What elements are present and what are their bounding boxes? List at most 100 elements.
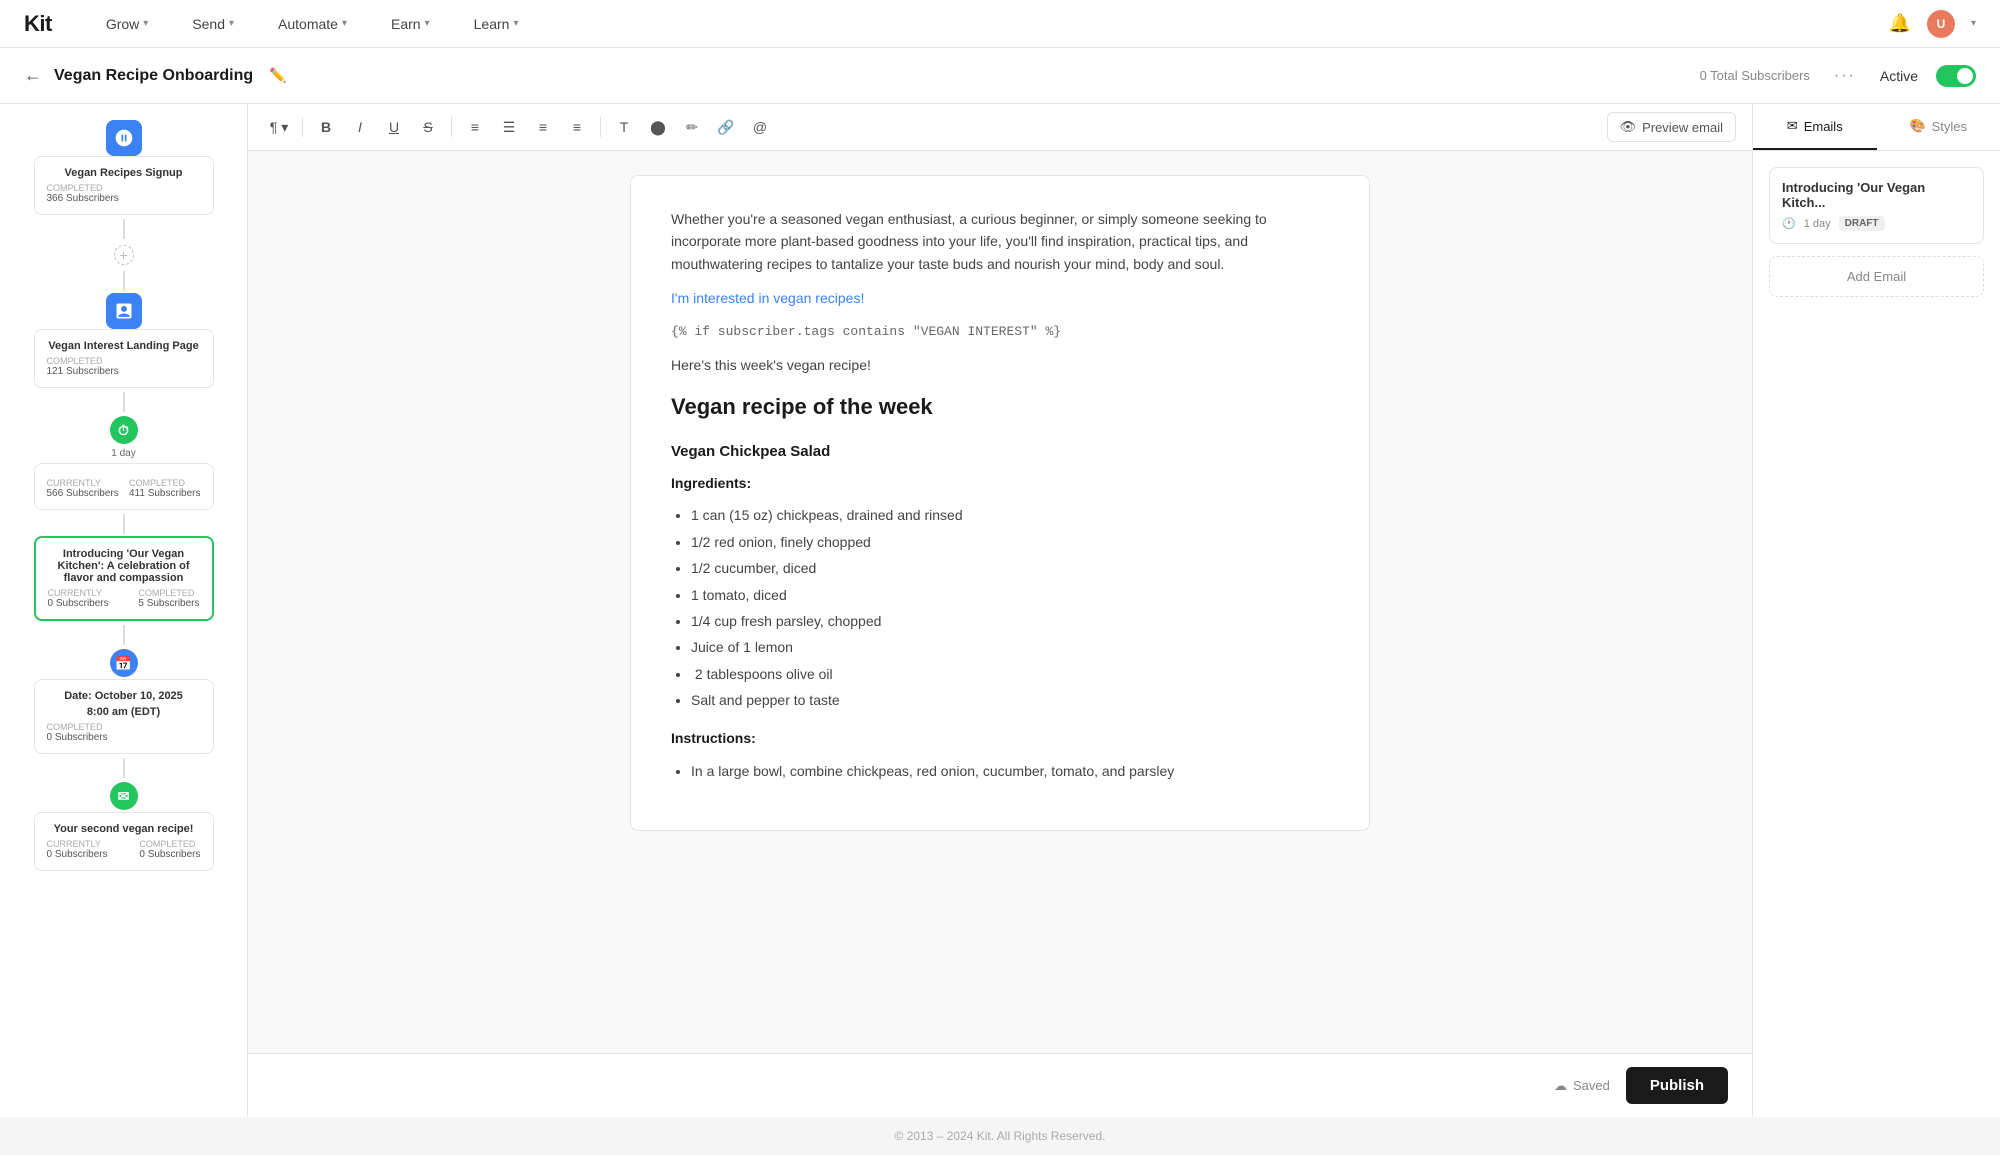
bold-button[interactable]: B <box>311 112 341 142</box>
footer-bar: ☁ Saved Publish <box>248 1053 1752 1117</box>
email-editor[interactable]: Whether you're a seasoned vegan enthusia… <box>248 151 1752 1053</box>
flow-node-scheduled: 📅 Date: October 10, 2025 8:00 am (EDT) C… <box>12 647 235 754</box>
add-email-button[interactable]: Add Email <box>1769 256 1984 297</box>
align-justify-button[interactable]: ≡ <box>562 112 592 142</box>
tab-emails[interactable]: ✉ Emails <box>1753 104 1877 150</box>
left-sidebar: Vegan Recipes Signup COMPLETED 366 Subsc… <box>0 104 248 1117</box>
landing-node-title: Vegan Interest Landing Page <box>47 340 201 352</box>
nav-send[interactable]: Send ▾ <box>186 12 240 36</box>
list-item: Salt and pepper to taste <box>691 689 1329 711</box>
highlight-button[interactable]: ✏ <box>677 112 707 142</box>
connector-2 <box>123 271 125 291</box>
email-conditional-tag: {% if subscriber.tags contains "VEGAN IN… <box>671 322 1329 343</box>
divider-3 <box>600 117 601 137</box>
format-dropdown-button[interactable]: ¶ ▾ <box>264 112 294 142</box>
nav-learn[interactable]: Learn ▾ <box>468 12 525 36</box>
text-style-button[interactable]: T <box>609 112 639 142</box>
email2-title: Your second vegan recipe! <box>47 823 201 835</box>
email-ingredients-label: Ingredients: <box>671 472 1329 494</box>
content-area: ¶ ▾ B I U S ≡ ☰ ≡ ≡ T ⬤ ✏ 🔗 @ 👁 Preview … <box>248 104 1752 1117</box>
nav-icons: 🔔 U ▾ <box>1889 10 1976 38</box>
connector-3 <box>123 392 125 412</box>
main-layout: Vegan Recipes Signup COMPLETED 366 Subsc… <box>0 104 2000 1117</box>
more-options-button[interactable]: ··· <box>1834 67 1856 85</box>
email-instructions-list: In a large bowl, combine chickpeas, red … <box>691 760 1329 782</box>
signup-node-card[interactable]: Vegan Recipes Signup COMPLETED 366 Subsc… <box>34 156 214 215</box>
avatar[interactable]: U <box>1927 10 1955 38</box>
active-toggle[interactable] <box>1936 65 1976 87</box>
list-item: In a large bowl, combine chickpeas, red … <box>691 760 1329 782</box>
email-selected-card[interactable]: Introducing 'Our Vegan Kitchen': A celeb… <box>34 536 214 621</box>
align-center-button[interactable]: ☰ <box>494 112 524 142</box>
saved-indicator: ☁ Saved <box>1554 1078 1610 1094</box>
list-item: 2 tablespoons olive oil <box>691 663 1329 685</box>
email-selected-stats: CURRENTLY 0 Subscribers COMPLETED 5 Subs… <box>48 588 200 609</box>
wait-node-stats: CURRENTLY 566 Subscribers COMPLETED 411 … <box>47 478 201 499</box>
logo: Kit <box>24 11 52 37</box>
sub-header: ← Vegan Recipe Onboarding ✏️ 0 Total Sub… <box>0 48 2000 104</box>
landing-node-icon <box>106 293 142 329</box>
preview-email-button[interactable]: 👁 Preview email <box>1607 112 1736 142</box>
list-item: 1 can (15 oz) chickpeas, drained and rin… <box>691 504 1329 526</box>
wait-circle-icon: ⏱ <box>110 416 138 444</box>
mention-button[interactable]: @ <box>745 112 775 142</box>
nav-earn[interactable]: Earn ▾ <box>385 12 436 36</box>
email-recipe-heading: Vegan recipe of the week <box>671 389 1329 424</box>
wait-node-card[interactable]: CURRENTLY 566 Subscribers COMPLETED 411 … <box>34 463 214 510</box>
draft-badge: DRAFT <box>1839 216 1885 231</box>
email-entry-delay: 1 day <box>1804 218 1831 230</box>
tab-styles[interactable]: 🎨 Styles <box>1877 104 2000 150</box>
underline-button[interactable]: U <box>379 112 409 142</box>
flow-node-landing: Vegan Interest Landing Page COMPLETED 12… <box>12 293 235 388</box>
shape-button[interactable]: ⬤ <box>643 112 673 142</box>
signup-node-title: Vegan Recipes Signup <box>47 167 201 179</box>
italic-button[interactable]: I <box>345 112 375 142</box>
nav-grow[interactable]: Grow ▾ <box>100 12 154 36</box>
email-entry[interactable]: Introducing 'Our Vegan Kitch... 🕐 1 day … <box>1769 167 1984 244</box>
bell-icon[interactable]: 🔔 <box>1889 13 1911 34</box>
add-node-1[interactable]: + <box>114 245 134 265</box>
email-cta-link[interactable]: I'm interested in vegan recipes! <box>671 287 1329 309</box>
landing-node-stats: COMPLETED 121 Subscribers <box>47 356 201 377</box>
flow-node-email-selected: Introducing 'Our Vegan Kitchen': A celeb… <box>12 536 235 621</box>
send-chevron-icon: ▾ <box>229 18 234 29</box>
scheduled-stats: COMPLETED 0 Subscribers <box>47 722 201 743</box>
nav-automate[interactable]: Automate ▾ <box>272 12 353 36</box>
connector-5 <box>123 625 125 645</box>
grow-chevron-icon: ▾ <box>143 18 148 29</box>
flow-node-email2: ✉ Your second vegan recipe! CURRENTLY 0 … <box>12 780 235 871</box>
edit-icon[interactable]: ✏️ <box>269 67 286 84</box>
align-left-button[interactable]: ≡ <box>460 112 490 142</box>
right-sidebar-content: Introducing 'Our Vegan Kitch... 🕐 1 day … <box>1753 151 2000 1117</box>
earn-chevron-icon: ▾ <box>425 18 430 29</box>
align-right-button[interactable]: ≡ <box>528 112 558 142</box>
list-item: Juice of 1 lemon <box>691 636 1329 658</box>
email-instructions-label: Instructions: <box>671 727 1329 749</box>
signup-node-icon <box>106 120 142 156</box>
scheduled-title: Date: October 10, 2025 <box>47 690 201 702</box>
email2-node-card[interactable]: Your second vegan recipe! CURRENTLY 0 Su… <box>34 812 214 871</box>
signup-node-stats: COMPLETED 366 Subscribers <box>47 183 201 204</box>
flow-node-wait: ⏱ 1 day CURRENTLY 566 Subscribers COMPLE… <box>12 414 235 510</box>
email-ingredients-list: 1 can (15 oz) chickpeas, drained and rin… <box>691 504 1329 711</box>
strikethrough-button[interactable]: S <box>413 112 443 142</box>
top-nav: Kit Grow ▾ Send ▾ Automate ▾ Earn ▾ Lear… <box>0 0 2000 48</box>
email-recipe-title: Vegan Chickpea Salad <box>671 440 1329 464</box>
emails-icon: ✉ <box>1787 118 1798 134</box>
active-label: Active <box>1880 68 1918 84</box>
landing-node-card[interactable]: Vegan Interest Landing Page COMPLETED 12… <box>34 329 214 388</box>
wait-label: 1 day <box>111 448 135 459</box>
link-button[interactable]: 🔗 <box>711 112 741 142</box>
email-entry-meta: 🕐 1 day DRAFT <box>1782 216 1971 231</box>
email-body-text: Here's this week's vegan recipe! <box>671 354 1329 376</box>
connector-6 <box>123 758 125 778</box>
profile-chevron-icon: ▾ <box>1971 18 1976 29</box>
list-item: 1/4 cup fresh parsley, chopped <box>691 610 1329 632</box>
back-button[interactable]: ← <box>24 65 42 86</box>
publish-button[interactable]: Publish <box>1626 1067 1728 1104</box>
scheduled-circle-icon: 📅 <box>110 649 138 677</box>
automate-chevron-icon: ▾ <box>342 18 347 29</box>
email-content-area: Whether you're a seasoned vegan enthusia… <box>630 175 1370 831</box>
right-sidebar: ✉ Emails 🎨 Styles Introducing 'Our Vegan… <box>1752 104 2000 1117</box>
scheduled-node-card[interactable]: Date: October 10, 2025 8:00 am (EDT) COM… <box>34 679 214 754</box>
